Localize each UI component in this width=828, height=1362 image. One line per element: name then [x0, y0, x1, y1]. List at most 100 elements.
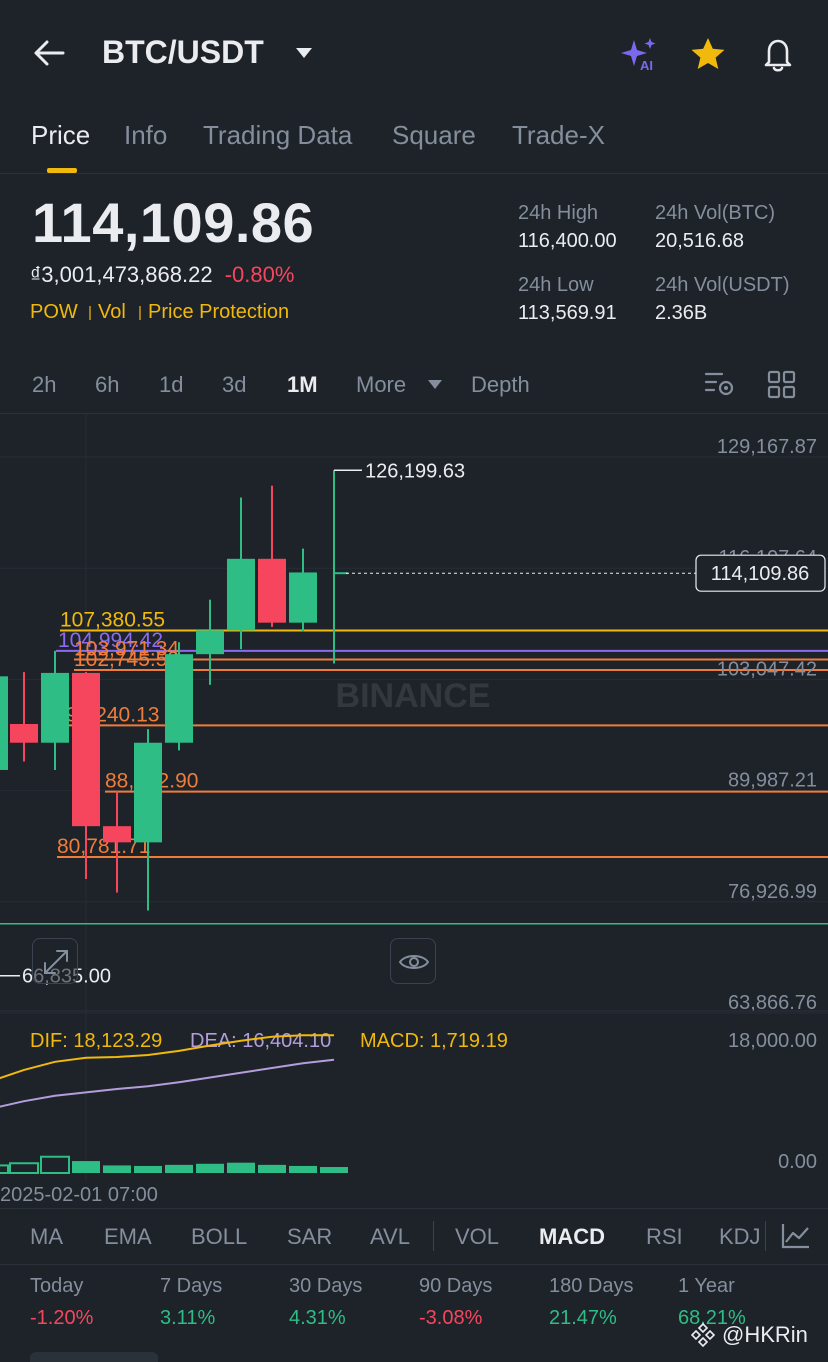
- level-label: 102,745.58: [74, 648, 179, 671]
- eye-icon: [398, 955, 430, 969]
- price-axis-tick: 103,047.42: [717, 658, 817, 680]
- tag-divider: [89, 306, 91, 320]
- macd-histogram-bar: [258, 1164, 286, 1173]
- perf-1y-label: 1 Year: [678, 1275, 735, 1297]
- indicator-divider: [433, 1221, 434, 1251]
- change-percent: -0.80%: [224, 262, 295, 287]
- price-axis-tick: 129,167.87: [717, 436, 817, 458]
- indicator-settings-icon[interactable]: [780, 1222, 812, 1250]
- indicator-avl[interactable]: AVL: [370, 1224, 410, 1250]
- macd-histogram-bar: [289, 1165, 317, 1173]
- macd-panel: DIF: 18,123.29 DEA: 16,404.10 MACD: 1,719.…: [0, 1010, 828, 1206]
- timeframe-more[interactable]: More: [356, 372, 406, 398]
- author-handle: @HKRin: [722, 1322, 808, 1347]
- indicator-boll[interactable]: BOLL: [191, 1224, 247, 1250]
- indicator-ema[interactable]: EMA: [104, 1224, 152, 1250]
- indicator-divider: [765, 1221, 766, 1251]
- tag-pow[interactable]: POW: [30, 301, 78, 324]
- macd-histogram-bar: [165, 1164, 193, 1173]
- perf-today-value: -1.20%: [30, 1307, 94, 1329]
- candles: [0, 470, 348, 911]
- pair-title[interactable]: BTC/USDT: [102, 34, 264, 71]
- more-caret-icon[interactable]: [427, 379, 443, 390]
- indicator-macd[interactable]: MACD: [539, 1224, 605, 1250]
- fullscreen-button[interactable]: [32, 938, 78, 984]
- vol-btc-value: 20,516.68: [655, 230, 744, 252]
- expand-icon: [44, 950, 68, 974]
- back-arrow-icon[interactable]: [32, 37, 66, 69]
- macd-histogram-bar: [134, 1165, 162, 1173]
- binance-logo-icon: [690, 1322, 716, 1348]
- tab-price[interactable]: Price: [31, 120, 90, 151]
- bottom-sheet-handle: [30, 1352, 158, 1362]
- divider: [0, 1208, 828, 1209]
- depth-tab[interactable]: Depth: [471, 372, 530, 398]
- macd-histogram-bar: [227, 1162, 255, 1173]
- chart-grid: [0, 414, 828, 1181]
- candle-body: [196, 630, 224, 655]
- x-axis-date-label: 2025-02-01 07:00: [0, 1184, 158, 1206]
- top-bar: BTC/USDT AI: [0, 0, 828, 110]
- timeframe-2h[interactable]: 2h: [32, 372, 56, 398]
- macd-value-label: MACD: 1,719.19: [360, 1030, 508, 1052]
- candlestick-chart[interactable]: BINANCE 107,380.55104,994.42103,971.3410…: [0, 414, 828, 1214]
- macd-histogram-bar: [320, 1167, 348, 1173]
- macd-histogram-bar: [40, 1155, 70, 1174]
- timeframe-6h[interactable]: 6h: [95, 372, 119, 398]
- high-24h-value: 116,400.00: [518, 230, 617, 252]
- vol-usdt-value: 2.36B: [655, 302, 708, 324]
- macd-histogram-bar: [72, 1161, 100, 1173]
- tag-vol[interactable]: Vol: [98, 301, 126, 324]
- tab-trading-data[interactable]: Trading Data: [203, 120, 352, 151]
- candle-body: [72, 672, 100, 827]
- macd-dif-label: DIF: 18,123.29: [30, 1030, 162, 1052]
- binance-watermark: BINANCE: [336, 677, 491, 715]
- indicator-rsi[interactable]: RSI: [646, 1224, 683, 1250]
- last-price: 114,109.86: [32, 191, 315, 254]
- indicator-kdj[interactable]: KDJ: [719, 1224, 761, 1250]
- tag-price-protection[interactable]: Price Protection: [148, 301, 289, 324]
- indicator-ma[interactable]: MA: [30, 1224, 63, 1250]
- candle-body: [258, 558, 286, 623]
- macd-histogram-bar: [0, 1164, 9, 1175]
- price-axis-tick: 89,987.21: [728, 770, 817, 792]
- perf-180d-value: 21.47%: [549, 1307, 617, 1329]
- candle-body: [227, 558, 255, 631]
- macd-axis-bottom: 0.00: [778, 1151, 817, 1173]
- ai-sparkle-icon[interactable]: AI: [618, 36, 660, 76]
- section-tabs: Price Info Trading Data Square Trade-X: [0, 110, 828, 174]
- tab-info[interactable]: Info: [124, 120, 167, 151]
- author-watermark: @HKRin: [690, 1322, 808, 1348]
- price-chart-panel[interactable]: BINANCE 107,380.55 104,994.42 103,971.34 10…: [0, 413, 828, 1213]
- timeframe-3d[interactable]: 3d: [222, 372, 246, 398]
- caret-down-icon[interactable]: [294, 46, 314, 60]
- perf-7d-value: 3.11%: [160, 1307, 216, 1329]
- vol-usdt-label: 24h Vol(USDT): [655, 274, 790, 296]
- tab-trade-x[interactable]: Trade-X: [512, 120, 605, 151]
- macd-histogram-bar: [196, 1163, 224, 1173]
- favorite-star-icon[interactable]: [689, 36, 727, 72]
- candle-body: [134, 742, 162, 843]
- perf-90d-label: 90 Days: [419, 1275, 493, 1297]
- fiat-price: ₫3,001,473,868.22: [30, 262, 213, 287]
- perf-7d-label: 7 Days: [160, 1275, 223, 1297]
- candle-body: [165, 654, 193, 743]
- layout-grid-icon[interactable]: [767, 370, 797, 400]
- indicator-vol[interactable]: VOL: [455, 1224, 499, 1250]
- candle-body: [41, 672, 69, 743]
- chart-settings-icon[interactable]: [704, 370, 736, 400]
- macd-dea-label: DEA: 16,404.10: [190, 1030, 331, 1052]
- candle-body: [103, 826, 131, 843]
- timeframe-1m[interactable]: 1M: [287, 372, 318, 398]
- macd-axis-top: 18,000.00: [728, 1030, 817, 1052]
- toggle-visibility-button[interactable]: [390, 938, 436, 984]
- indicator-sar[interactable]: SAR: [287, 1224, 332, 1250]
- candle-body: [10, 723, 38, 743]
- perf-90d-value: -3.08%: [419, 1307, 483, 1329]
- low-24h-label: 24h Low: [518, 274, 594, 296]
- bell-alert-icon[interactable]: [760, 35, 796, 73]
- high-marker-label: 126,199.63: [365, 460, 465, 482]
- price-axis-tick: 76,926.99: [728, 881, 817, 903]
- timeframe-1d[interactable]: 1d: [159, 372, 183, 398]
- tab-square[interactable]: Square: [392, 120, 476, 151]
